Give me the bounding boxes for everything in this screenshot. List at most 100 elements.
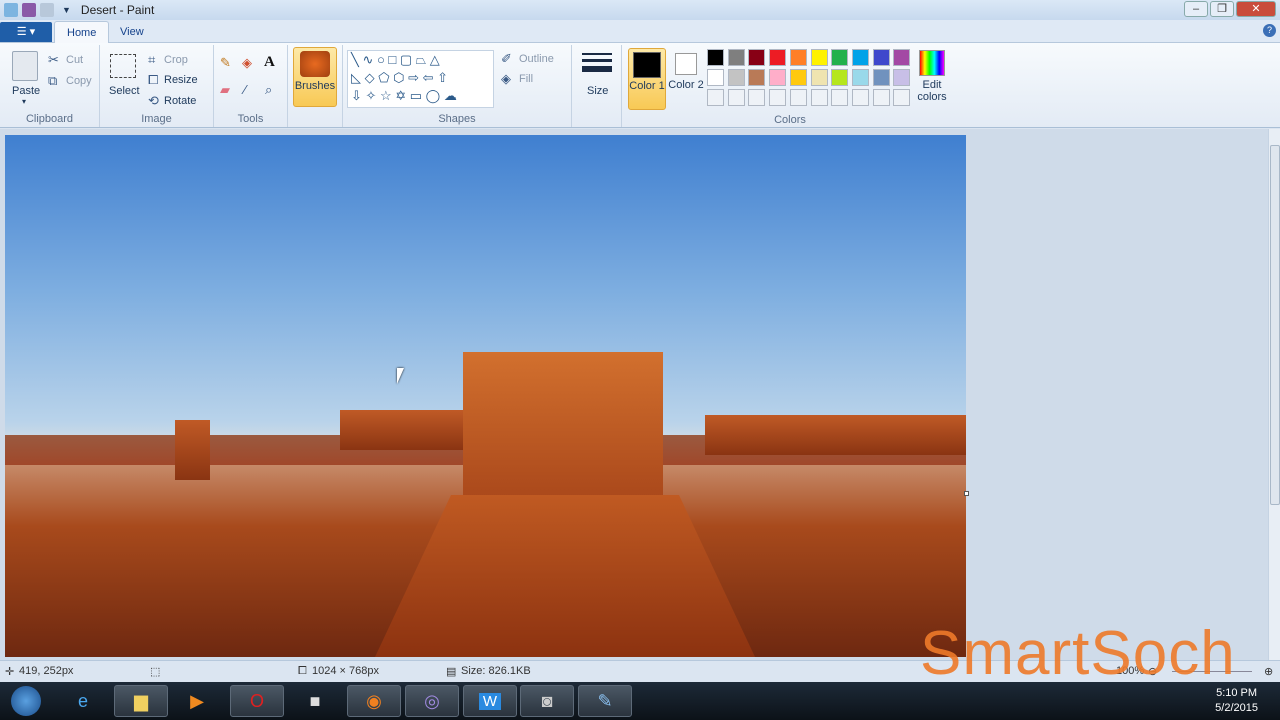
file-explorer-icon[interactable]: ▆ bbox=[114, 685, 168, 717]
canvas-area[interactable] bbox=[0, 129, 1268, 660]
firefox-icon[interactable]: ◉ bbox=[347, 685, 401, 717]
palette-swatch[interactable] bbox=[831, 49, 849, 66]
clipboard-label: Clipboard bbox=[25, 113, 74, 125]
cursor-position: 419, 252px bbox=[19, 665, 74, 677]
pencil-icon[interactable]: ✎ bbox=[220, 55, 231, 71]
custom-color-slot[interactable] bbox=[727, 89, 745, 106]
color-spectrum-icon bbox=[919, 50, 945, 76]
outline-icon: ✐ bbox=[501, 51, 512, 66]
palette-swatch[interactable] bbox=[727, 49, 745, 66]
palette-swatch[interactable] bbox=[707, 69, 724, 86]
size-button[interactable]: Size bbox=[587, 85, 608, 97]
outline-button[interactable]: Outline bbox=[519, 53, 554, 65]
palette-swatch[interactable] bbox=[893, 49, 911, 66]
paint-taskbar-icon[interactable]: ✎ bbox=[578, 685, 632, 717]
color2-swatch bbox=[675, 53, 697, 75]
customize-quick-access-icon[interactable]: ▼ bbox=[62, 5, 71, 15]
tab-home[interactable]: Home bbox=[54, 21, 110, 43]
bittorrent-icon[interactable]: ◎ bbox=[405, 685, 459, 717]
help-icon[interactable]: ? bbox=[1263, 24, 1276, 37]
desert-image-canvas[interactable] bbox=[5, 135, 966, 657]
color-picker-icon[interactable]: ⁄ bbox=[244, 82, 246, 97]
mouse-cursor-icon bbox=[397, 368, 404, 384]
eraser-icon[interactable]: ▰ bbox=[220, 82, 230, 98]
maximize-button[interactable]: ❐ bbox=[1210, 1, 1234, 17]
palette-swatch[interactable] bbox=[789, 49, 807, 66]
file-size-icon: ▤ bbox=[446, 666, 457, 678]
cursor-position-icon: ✛ bbox=[5, 666, 15, 678]
custom-color-slot[interactable] bbox=[789, 89, 807, 106]
cut-button[interactable]: Cut bbox=[66, 54, 83, 66]
copy-button[interactable]: Copy bbox=[66, 75, 92, 87]
app-icon[interactable]: ■ bbox=[288, 685, 342, 717]
color2-button[interactable]: Color 2 bbox=[668, 48, 704, 110]
paint-menu-button[interactable]: ☰ ▾ bbox=[0, 22, 52, 42]
opera-icon[interactable]: O bbox=[230, 685, 284, 717]
brushes-label: Brushes bbox=[294, 80, 336, 92]
select-button[interactable]: Select bbox=[109, 85, 140, 97]
palette-swatch[interactable] bbox=[851, 49, 869, 66]
size-group[interactable]: Size bbox=[572, 45, 622, 127]
fill-bucket-icon[interactable]: ◈ bbox=[242, 55, 252, 71]
custom-color-slot[interactable] bbox=[872, 89, 890, 106]
resize-icon: ⧠ bbox=[148, 72, 159, 87]
brushes-button[interactable]: Brushes bbox=[293, 47, 337, 107]
palette-swatch[interactable] bbox=[872, 69, 890, 86]
resize-handle[interactable] bbox=[964, 491, 969, 496]
shapes-gallery[interactable]: ╲ ∿ ○ □ ▢ ⏢ △ ◺ ◇ ⬠ ⬡ ⇨ ⇦ ⇧ ⇩ ✧ ☆ ✡ ▭ ◯ … bbox=[347, 50, 494, 108]
internet-explorer-icon[interactable]: e bbox=[56, 685, 110, 717]
palette-swatch[interactable] bbox=[707, 49, 724, 66]
smartsoch-watermark: SmartSoch bbox=[920, 619, 1236, 688]
paste-button[interactable]: Paste bbox=[12, 85, 40, 97]
palette-swatch[interactable] bbox=[810, 69, 828, 86]
palette-swatch[interactable] bbox=[831, 69, 849, 86]
palette-swatch[interactable] bbox=[748, 69, 766, 86]
tab-view[interactable]: View bbox=[108, 21, 156, 43]
magnifier-icon[interactable]: ⌕ bbox=[265, 82, 272, 98]
wps-icon[interactable]: W bbox=[463, 685, 517, 717]
crop-button[interactable]: Crop bbox=[164, 54, 188, 66]
title-bar: ▼ Desert - Paint – ❐ ✕ bbox=[0, 0, 1280, 20]
minimize-button[interactable]: – bbox=[1184, 1, 1208, 17]
close-button[interactable]: ✕ bbox=[1236, 1, 1276, 17]
custom-color-slot[interactable] bbox=[831, 89, 849, 106]
color1-swatch bbox=[633, 52, 661, 78]
image-label: Image bbox=[141, 113, 172, 125]
edit-colors-button[interactable]: Edit colors bbox=[912, 48, 952, 110]
fill-icon: ◈ bbox=[501, 71, 511, 86]
palette-swatch[interactable] bbox=[851, 69, 869, 86]
palette-swatch[interactable] bbox=[727, 69, 745, 86]
palette-swatch[interactable] bbox=[893, 69, 911, 86]
text-tool-icon[interactable]: A bbox=[264, 54, 275, 71]
palette-swatch[interactable] bbox=[789, 69, 807, 86]
clock[interactable]: 5:10 PM 5/2/2015 bbox=[1215, 686, 1258, 716]
select-icon[interactable] bbox=[110, 54, 136, 78]
custom-color-slot[interactable] bbox=[810, 89, 828, 106]
palette-swatch[interactable] bbox=[810, 49, 828, 66]
palette-swatch[interactable] bbox=[748, 49, 766, 66]
custom-color-slot[interactable] bbox=[769, 89, 787, 106]
custom-color-slot[interactable] bbox=[893, 89, 911, 106]
resize-button[interactable]: Resize bbox=[164, 74, 198, 86]
palette-swatch[interactable] bbox=[769, 69, 787, 86]
color2-label: Color 2 bbox=[668, 79, 704, 91]
start-button[interactable] bbox=[2, 685, 50, 717]
rotate-button[interactable]: Rotate bbox=[164, 95, 196, 107]
palette-swatch[interactable] bbox=[769, 49, 787, 66]
color1-button[interactable]: Color 1 bbox=[628, 48, 666, 110]
cut-icon: ✂ bbox=[48, 52, 59, 67]
tools-group: ✎ ◈ A ▰ ⁄ ⌕ Tools bbox=[214, 45, 288, 127]
fill-button[interactable]: Fill bbox=[519, 73, 533, 85]
custom-color-slot[interactable] bbox=[851, 89, 869, 106]
vertical-scrollbar[interactable] bbox=[1268, 129, 1280, 660]
palette-swatch[interactable] bbox=[872, 49, 890, 66]
paste-icon[interactable] bbox=[12, 51, 38, 81]
custom-color-slot[interactable] bbox=[707, 89, 724, 106]
save-icon[interactable] bbox=[22, 3, 36, 17]
media-player-icon[interactable]: ▶ bbox=[170, 685, 224, 717]
paint-app-icon[interactable] bbox=[4, 3, 18, 17]
undo-icon[interactable] bbox=[40, 3, 54, 17]
zoom-in-button[interactable]: ⊕ bbox=[1264, 665, 1273, 678]
custom-color-slot[interactable] bbox=[748, 89, 766, 106]
camera-icon[interactable]: ◙ bbox=[520, 685, 574, 717]
